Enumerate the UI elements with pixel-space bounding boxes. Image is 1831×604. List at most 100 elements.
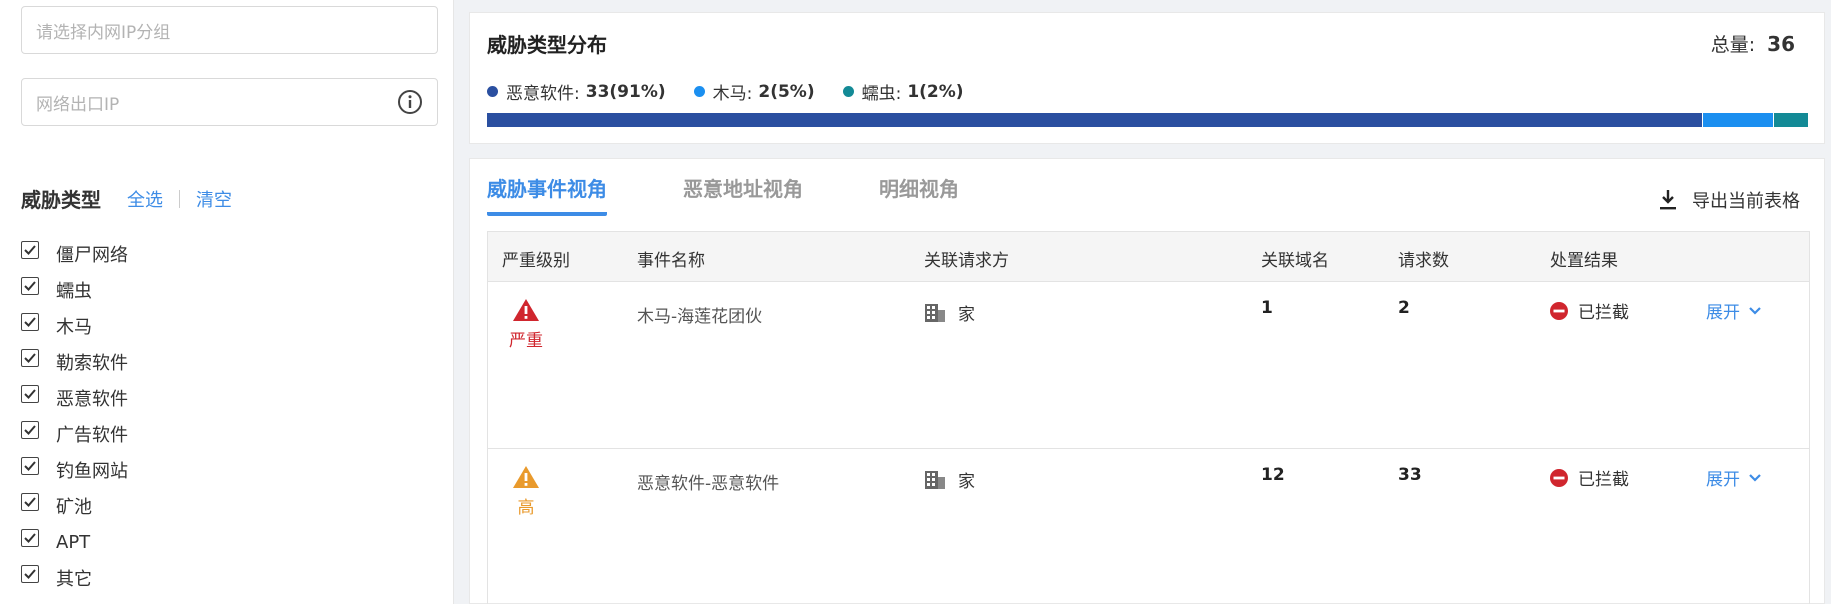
domain-count: 12 [1261,465,1285,485]
checkbox-checked-icon[interactable] [21,565,39,583]
distribution-bar [487,113,1808,127]
col-requests: 请求数 [1398,251,1449,271]
request-count: 33 [1398,465,1422,485]
threat-type-checkbox[interactable]: 矿池 [21,488,128,524]
threat-type-checkbox[interactable]: 钓鱼网站 [21,452,128,488]
requester-name: 家 [958,305,975,325]
expand-label: 展开 [1706,303,1740,323]
checkbox-checked-icon[interactable] [21,349,39,367]
request-count: 2 [1398,298,1410,318]
view-tabs: 威胁事件视角 恶意地址视角 明细视角 [487,173,1035,216]
expand-button[interactable]: 展开 [1706,465,1762,490]
ip-group-select[interactable]: 请选择内网IP分组 [21,6,438,54]
checkbox-checked-icon[interactable] [21,421,39,439]
result-cell: 已拦截 [1550,465,1629,490]
checkbox-label: 勒索软件 [56,353,128,374]
legend-dot-icon [487,86,498,97]
distribution-segment [1701,113,1773,127]
threat-type-checkbox[interactable]: 蠕虫 [21,272,128,308]
select-all-link[interactable]: 全选 [127,186,163,212]
severity-cell: 严重 [506,298,546,351]
checkbox-label: 蠕虫 [56,281,92,302]
clear-link[interactable]: 清空 [196,186,232,212]
checkbox-label: APT [56,531,91,553]
total-count: 总量: 36 [1711,30,1795,57]
legend-dot-icon [842,86,854,97]
threat-type-checkbox[interactable]: APT [21,524,128,560]
checkbox-checked-icon[interactable] [21,529,39,547]
distribution-segment [1772,113,1808,127]
building-icon [925,303,945,322]
event-name: 恶意软件-恶意软件 [637,474,780,494]
severity-label: 高 [517,498,535,518]
total-label: 总量: [1710,34,1756,56]
total-value: 36 [1767,32,1795,56]
threat-type-checkbox[interactable]: 其它 [21,560,128,596]
info-icon[interactable] [397,89,423,115]
tab-detail-view[interactable]: 明细视角 [879,173,959,216]
result-label: 已拦截 [1578,303,1629,323]
col-requester: 关联请求方 [924,251,1009,271]
checkbox-label: 钓鱼网站 [56,461,128,482]
distribution-title: 威胁类型分布 [487,33,607,57]
tab-malicious-address-view[interactable]: 恶意地址视角 [683,173,803,216]
col-severity: 严重级别 [502,251,570,271]
export-table-button[interactable]: 导出当前表格 [1658,187,1800,213]
legend-value: 2(5%) [758,81,815,102]
legend-value: 1(2%) [907,81,964,102]
table-header: 严重级别 事件名称 关联请求方 关联域名 请求数 处置结果 [488,232,1809,282]
legend-dot-icon [693,86,705,97]
checkbox-checked-icon[interactable] [21,493,39,511]
checkbox-label: 其它 [56,569,92,590]
checkbox-checked-icon[interactable] [21,313,39,331]
threat-type-title: 威胁类型 [21,188,101,212]
egress-ip-input[interactable]: 网络出口IP [21,78,438,126]
col-domains: 关联域名 [1261,251,1329,271]
result-label: 已拦截 [1578,470,1629,490]
severity-label: 严重 [509,331,543,351]
threat-type-checkbox[interactable]: 木马 [21,308,128,344]
checkbox-label: 矿池 [56,497,92,518]
checkbox-checked-icon[interactable] [21,457,39,475]
divider [179,189,180,208]
checkbox-label: 僵尸网络 [56,245,128,266]
threat-type-checkbox[interactable]: 僵尸网络 [21,236,128,272]
blocked-icon [1550,468,1568,487]
threat-type-list: 僵尸网络 蠕虫 木马 勒索软件 恶意软件 广告软件 钓鱼网站 矿池 APT 其它 [21,236,128,596]
filter-panel: 请选择内网IP分组 网络出口IP 威胁类型 全选 清空 僵尸网络 蠕虫 木马 勒… [0,0,454,604]
checkbox-checked-icon[interactable] [21,241,39,259]
expand-label: 展开 [1706,470,1740,490]
checkbox-label: 恶意软件 [56,389,128,410]
threat-type-header: 威胁类型 全选 清空 [21,184,232,213]
table-row: 高 恶意软件-恶意软件 家 12 33 已拦截 展开 [488,449,1809,604]
col-event-name: 事件名称 [637,251,705,271]
table-row: 严重 木马-海莲花团伙 家 1 2 已拦截 展开 [488,282,1809,449]
export-label: 导出当前表格 [1692,191,1800,212]
legend-name: 恶意软件: [506,84,580,104]
warning-icon [513,466,539,488]
warning-icon [513,299,539,321]
legend-item: 木马: 2(5%) [693,79,815,104]
distribution-legend: 恶意软件: 33(91%) 木马: 2(5%) 蠕虫: 1(2%) [487,79,992,104]
distribution-segment [487,113,1702,127]
legend-item: 恶意软件: 33(91%) [487,79,666,104]
checkbox-label: 广告软件 [56,425,128,446]
legend-item: 蠕虫: 1(2%) [842,79,964,104]
requester-name: 家 [958,472,975,492]
events-table: 严重级别 事件名称 关联请求方 关联域名 请求数 处置结果 严重 木马-海莲花团… [487,231,1810,604]
download-icon [1660,190,1676,210]
requester-cell: 家 [924,467,975,492]
threat-type-checkbox[interactable]: 勒索软件 [21,344,128,380]
chevron-down-icon [1749,306,1761,315]
domain-count: 1 [1261,298,1273,318]
checkbox-label: 木马 [56,317,92,338]
building-icon [925,470,945,489]
expand-button[interactable]: 展开 [1706,298,1762,323]
tab-threat-event-view[interactable]: 威胁事件视角 [487,173,607,216]
checkbox-checked-icon[interactable] [21,385,39,403]
checkbox-checked-icon[interactable] [21,277,39,295]
threat-type-checkbox[interactable]: 恶意软件 [21,380,128,416]
threat-type-checkbox[interactable]: 广告软件 [21,416,128,452]
chevron-down-icon [1749,473,1761,482]
requester-cell: 家 [924,300,975,325]
